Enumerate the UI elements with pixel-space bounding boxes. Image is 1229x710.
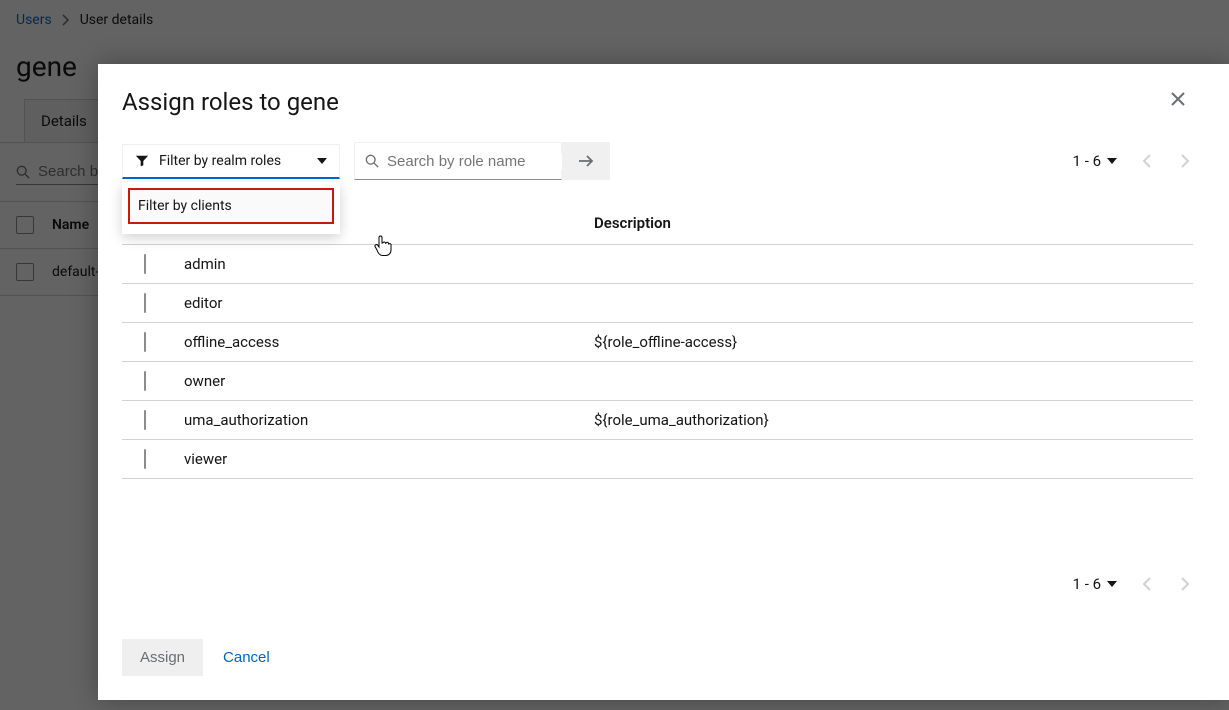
- role-name: uma_authorization: [184, 411, 594, 429]
- chevron-right-icon: [1181, 577, 1189, 591]
- row-checkbox[interactable]: [144, 254, 146, 274]
- caret-down-icon: [317, 158, 327, 164]
- pager-range: 1 - 6: [1073, 575, 1101, 593]
- cancel-button[interactable]: Cancel: [223, 649, 270, 666]
- pager-top: 1 - 6: [1073, 150, 1193, 172]
- pager-next[interactable]: [1177, 573, 1193, 595]
- role-name: editor: [184, 294, 594, 312]
- filter-icon: [135, 154, 149, 168]
- pager-bottom: 1 - 6: [122, 573, 1193, 595]
- chevron-left-icon: [1143, 577, 1151, 591]
- search-role: [354, 142, 610, 180]
- table-row: viewer: [122, 440, 1193, 479]
- role-description: ${role_uma_authorization}: [594, 411, 1193, 429]
- role-name: admin: [184, 255, 594, 273]
- caret-down-icon: [1107, 158, 1117, 164]
- assign-roles-modal: Assign roles to gene Filter by realm rol…: [98, 64, 1229, 700]
- search-icon: [365, 154, 379, 168]
- pager-next[interactable]: [1177, 150, 1193, 172]
- search-submit-button[interactable]: [562, 142, 610, 180]
- arrow-right-icon: [578, 154, 594, 168]
- table-row: admin: [122, 245, 1193, 284]
- row-checkbox[interactable]: [144, 293, 146, 313]
- role-description: ${role_offline-access}: [594, 333, 1193, 351]
- modal-actions: Assign Cancel: [122, 639, 1193, 676]
- role-name: offline_access: [184, 333, 594, 351]
- filter-option-clients[interactable]: Filter by clients: [128, 188, 334, 224]
- roles-table: Name Description admin editor offline_ac…: [122, 202, 1193, 479]
- table-row: owner: [122, 362, 1193, 401]
- role-name: viewer: [184, 450, 594, 468]
- col-description: Description: [594, 214, 1193, 232]
- row-checkbox[interactable]: [144, 371, 146, 391]
- pager-label[interactable]: 1 - 6: [1073, 152, 1117, 170]
- pager-range: 1 - 6: [1073, 152, 1101, 170]
- table-row: uma_authorization ${role_uma_authorizati…: [122, 401, 1193, 440]
- row-checkbox[interactable]: [144, 410, 146, 430]
- table-row: editor: [122, 284, 1193, 323]
- filter-dropdown[interactable]: Filter by realm roles: [122, 144, 340, 179]
- row-checkbox[interactable]: [144, 332, 146, 352]
- assign-button[interactable]: Assign: [122, 639, 203, 676]
- role-name: owner: [184, 372, 594, 390]
- pager-label[interactable]: 1 - 6: [1073, 575, 1117, 593]
- pager-prev[interactable]: [1139, 150, 1155, 172]
- close-icon: [1171, 92, 1185, 106]
- chevron-left-icon: [1143, 154, 1151, 168]
- modal-title: Assign roles to gene: [122, 88, 339, 116]
- filter-dropdown-menu: Filter by clients: [122, 182, 340, 234]
- row-checkbox[interactable]: [144, 449, 146, 469]
- close-button[interactable]: [1163, 88, 1193, 110]
- chevron-right-icon: [1181, 154, 1189, 168]
- table-row: offline_access ${role_offline-access}: [122, 323, 1193, 362]
- pager-prev[interactable]: [1139, 573, 1155, 595]
- search-role-input[interactable]: [387, 153, 586, 170]
- filter-label: Filter by realm roles: [159, 153, 281, 169]
- modal-toolbar: Filter by realm roles Filter by clients: [122, 142, 1193, 180]
- caret-down-icon: [1107, 581, 1117, 587]
